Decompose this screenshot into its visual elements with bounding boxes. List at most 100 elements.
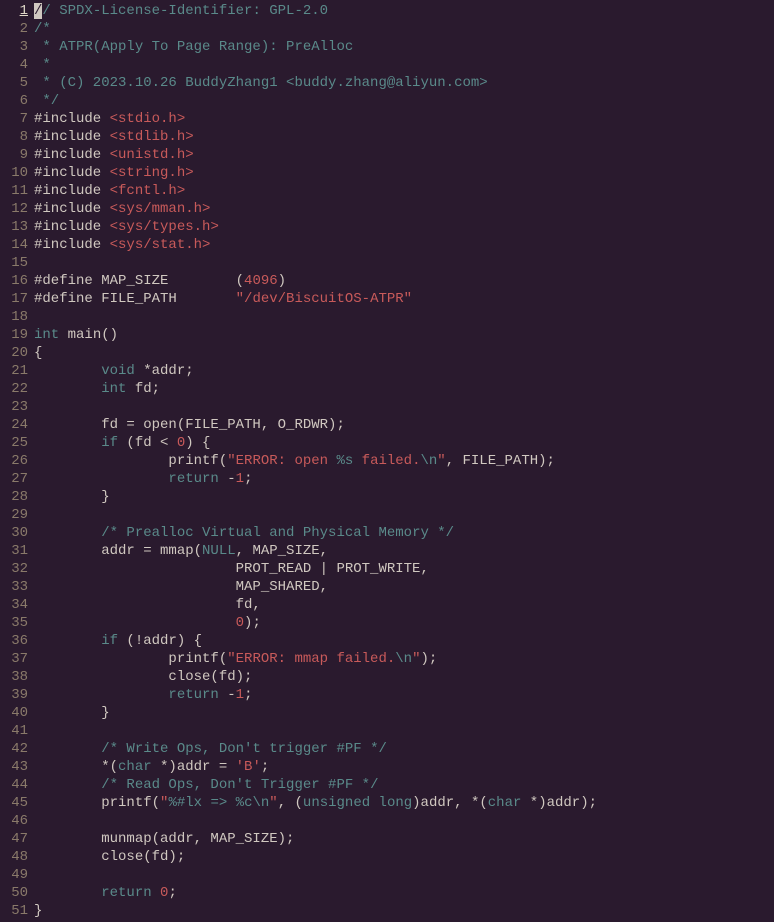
line-number: 3	[0, 38, 28, 56]
code-editor[interactable]: 1234567891011121314151617181920212223242…	[0, 0, 774, 920]
line-number: 25	[0, 434, 28, 452]
code-line: #define MAP_SIZE (4096)	[34, 272, 774, 290]
code-line: * ATPR(Apply To Page Range): PreAlloc	[34, 38, 774, 56]
code-line: close(fd);	[34, 848, 774, 866]
line-number: 11	[0, 182, 28, 200]
code-line: return -1;	[34, 470, 774, 488]
code-line: return 0;	[34, 884, 774, 902]
code-line: addr = mmap(NULL, MAP_SIZE,	[34, 542, 774, 560]
line-number: 1	[0, 2, 28, 20]
line-number: 37	[0, 650, 28, 668]
code-line	[34, 722, 774, 740]
code-line	[34, 398, 774, 416]
line-number: 41	[0, 722, 28, 740]
line-number: 14	[0, 236, 28, 254]
code-line: #include <fcntl.h>	[34, 182, 774, 200]
line-number: 33	[0, 578, 28, 596]
line-number: 48	[0, 848, 28, 866]
code-line: #include <stdio.h>	[34, 110, 774, 128]
code-line: fd,	[34, 596, 774, 614]
code-line: #define FILE_PATH "/dev/BiscuitOS-ATPR"	[34, 290, 774, 308]
line-number-gutter: 1234567891011121314151617181920212223242…	[0, 2, 32, 920]
code-line: printf("ERROR: mmap failed.\n");	[34, 650, 774, 668]
code-line: int main()	[34, 326, 774, 344]
code-line: #include <stdlib.h>	[34, 128, 774, 146]
code-line	[34, 254, 774, 272]
line-number: 23	[0, 398, 28, 416]
line-number: 29	[0, 506, 28, 524]
line-number: 5	[0, 74, 28, 92]
line-number: 27	[0, 470, 28, 488]
code-line: PROT_READ | PROT_WRITE,	[34, 560, 774, 578]
line-number: 4	[0, 56, 28, 74]
code-line: int fd;	[34, 380, 774, 398]
line-number: 2	[0, 20, 28, 38]
line-number: 51	[0, 902, 28, 920]
code-line: munmap(addr, MAP_SIZE);	[34, 830, 774, 848]
line-number: 34	[0, 596, 28, 614]
line-number: 26	[0, 452, 28, 470]
code-line: /* Prealloc Virtual and Physical Memory …	[34, 524, 774, 542]
line-number: 43	[0, 758, 28, 776]
code-line: /*	[34, 20, 774, 38]
code-line: 0);	[34, 614, 774, 632]
line-number: 30	[0, 524, 28, 542]
code-line: #include <sys/mman.h>	[34, 200, 774, 218]
line-number: 36	[0, 632, 28, 650]
line-number: 31	[0, 542, 28, 560]
line-number: 19	[0, 326, 28, 344]
code-line: printf("ERROR: open %s failed.\n", FILE_…	[34, 452, 774, 470]
line-number: 20	[0, 344, 28, 362]
code-line: #include <string.h>	[34, 164, 774, 182]
line-number: 18	[0, 308, 28, 326]
line-number: 28	[0, 488, 28, 506]
code-line: #include <unistd.h>	[34, 146, 774, 164]
line-number: 39	[0, 686, 28, 704]
code-line	[34, 506, 774, 524]
line-number: 10	[0, 164, 28, 182]
line-number: 13	[0, 218, 28, 236]
code-line: void *addr;	[34, 362, 774, 380]
line-number: 16	[0, 272, 28, 290]
code-line	[34, 812, 774, 830]
code-line: MAP_SHARED,	[34, 578, 774, 596]
code-line: fd = open(FILE_PATH, O_RDWR);	[34, 416, 774, 434]
line-number: 38	[0, 668, 28, 686]
code-line: /* Write Ops, Don't trigger #PF */	[34, 740, 774, 758]
line-number: 6	[0, 92, 28, 110]
line-number: 35	[0, 614, 28, 632]
line-number: 8	[0, 128, 28, 146]
line-number: 46	[0, 812, 28, 830]
line-number: 44	[0, 776, 28, 794]
code-line: }	[34, 704, 774, 722]
line-number: 12	[0, 200, 28, 218]
code-line: *(char *)addr = 'B';	[34, 758, 774, 776]
line-number: 42	[0, 740, 28, 758]
line-number: 40	[0, 704, 28, 722]
line-number: 21	[0, 362, 28, 380]
line-number: 32	[0, 560, 28, 578]
line-number: 15	[0, 254, 28, 272]
code-line: * (C) 2023.10.26 BuddyZhang1 <buddy.zhan…	[34, 74, 774, 92]
line-number: 47	[0, 830, 28, 848]
code-line: {	[34, 344, 774, 362]
code-line	[34, 866, 774, 884]
line-number: 17	[0, 290, 28, 308]
code-line: *	[34, 56, 774, 74]
line-number: 50	[0, 884, 28, 902]
code-area[interactable]: // SPDX-License-Identifier: GPL-2.0/* * …	[32, 2, 774, 920]
code-line: // SPDX-License-Identifier: GPL-2.0	[34, 2, 774, 20]
code-line: close(fd);	[34, 668, 774, 686]
code-line: #include <sys/types.h>	[34, 218, 774, 236]
line-number: 7	[0, 110, 28, 128]
line-number: 22	[0, 380, 28, 398]
code-line: }	[34, 488, 774, 506]
code-line: if (!addr) {	[34, 632, 774, 650]
code-line: /* Read Ops, Don't Trigger #PF */	[34, 776, 774, 794]
code-line: return -1;	[34, 686, 774, 704]
code-line: printf("%#lx => %c\n", (unsigned long)ad…	[34, 794, 774, 812]
line-number: 9	[0, 146, 28, 164]
line-number: 45	[0, 794, 28, 812]
code-line: if (fd < 0) {	[34, 434, 774, 452]
line-number: 24	[0, 416, 28, 434]
